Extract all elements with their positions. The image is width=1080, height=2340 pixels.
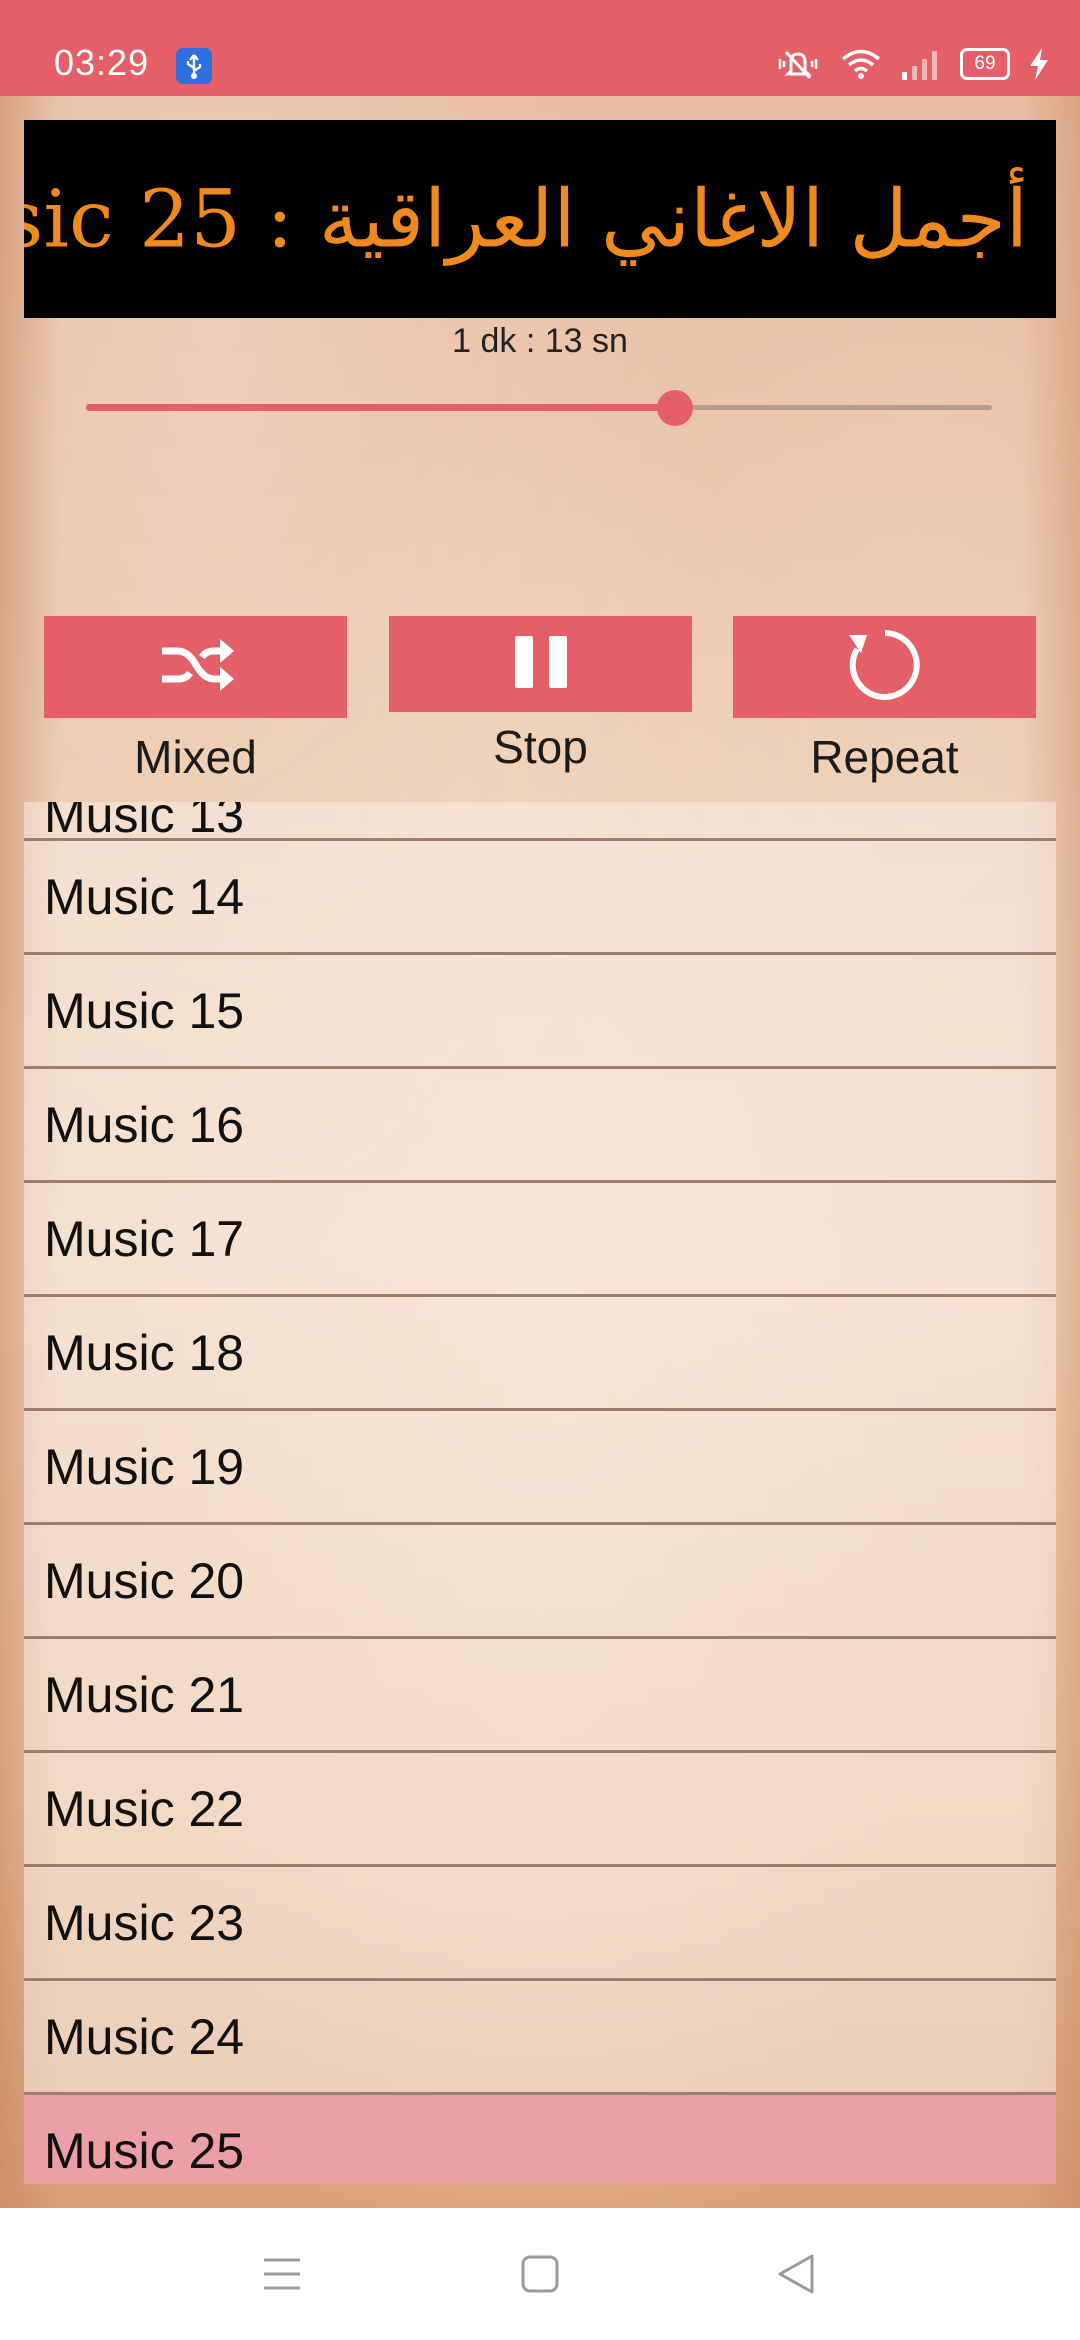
list-item-label: Music 17 <box>44 1210 245 1267</box>
home-button[interactable] <box>510 2246 570 2306</box>
list-item-label: Music 14 <box>44 868 245 925</box>
list-item[interactable]: Music 24 <box>24 1981 1056 2095</box>
list-item-label: Music 25 <box>44 2122 245 2179</box>
repeat-control[interactable]: Repeat <box>733 616 1036 784</box>
seek-thumb[interactable] <box>656 390 693 426</box>
shuffle-button[interactable] <box>44 616 347 718</box>
list-item[interactable]: Music 22 <box>24 1753 1056 1867</box>
seek-bar[interactable] <box>86 390 992 426</box>
now-playing-title: أجمل الاغاني العراقية : Music 25 <box>24 172 1028 266</box>
list-item-label: Music 13 <box>44 802 245 841</box>
seek-progress <box>86 404 675 411</box>
pause-button[interactable] <box>389 616 692 712</box>
shuffle-control[interactable]: Mixed <box>44 616 347 784</box>
status-time: 03:29 <box>54 42 150 83</box>
list-item[interactable]: Music 21 <box>24 1639 1056 1753</box>
list-item-label: Music 21 <box>44 1666 245 1723</box>
list-item[interactable]: Music 23 <box>24 1867 1056 1981</box>
list-item[interactable]: Music 14 <box>24 841 1056 955</box>
list-item-label: Music 22 <box>44 1780 245 1837</box>
battery-icon: 69 <box>960 48 1010 80</box>
playback-controls: Mixed Stop Repeat <box>44 616 1036 786</box>
status-bar: 03:29 69 <box>0 0 1080 96</box>
list-item[interactable]: Music 16 <box>24 1069 1056 1183</box>
pause-icon <box>511 632 571 697</box>
signal-icon <box>900 48 942 80</box>
playlist[interactable]: Music 13 Music 14 Music 15 Music 16 Music 1… <box>24 802 1056 2184</box>
wifi-icon <box>840 47 882 81</box>
list-item[interactable]: Music 20 <box>24 1525 1056 1639</box>
menu-button[interactable] <box>252 2246 312 2306</box>
list-item-label: Music 20 <box>44 1552 245 1609</box>
list-item[interactable]: Music 15 <box>24 955 1056 1069</box>
shuffle-icon <box>156 633 236 702</box>
list-item-label: Music 18 <box>44 1324 245 1381</box>
status-icons: 69 <box>774 44 1050 84</box>
usb-icon <box>176 48 212 84</box>
mute-icon <box>774 47 822 81</box>
repeat-button[interactable] <box>733 616 1036 718</box>
list-item[interactable]: Music 13 <box>24 802 1056 841</box>
list-item-label: Music 15 <box>44 982 245 1039</box>
list-item-label: Music 19 <box>44 1438 245 1495</box>
now-playing-banner: أجمل الاغاني العراقية : Music 25 <box>24 120 1056 318</box>
navigation-bar <box>0 2208 1080 2340</box>
list-item-label: Music 24 <box>44 2008 245 2065</box>
back-button[interactable] <box>766 2246 826 2306</box>
list-item-active[interactable]: Music 25 <box>24 2095 1056 2184</box>
pause-control[interactable]: Stop <box>389 616 692 774</box>
repeat-label: Repeat <box>810 731 959 783</box>
list-item-label: Music 16 <box>44 1096 245 1153</box>
home-icon <box>520 2254 560 2299</box>
charging-icon <box>1028 47 1050 81</box>
elapsed-time: 1 dk : 13 sn <box>452 322 628 360</box>
pause-label: Stop <box>493 721 588 773</box>
shuffle-label: Mixed <box>134 731 257 783</box>
back-icon <box>776 2252 816 2301</box>
list-item[interactable]: Music 17 <box>24 1183 1056 1297</box>
list-item[interactable]: Music 19 <box>24 1411 1056 1525</box>
repeat-icon <box>845 625 925 710</box>
list-item[interactable]: Music 18 <box>24 1297 1056 1411</box>
menu-icon <box>262 2256 302 2297</box>
list-item-label: Music 23 <box>44 1894 245 1951</box>
